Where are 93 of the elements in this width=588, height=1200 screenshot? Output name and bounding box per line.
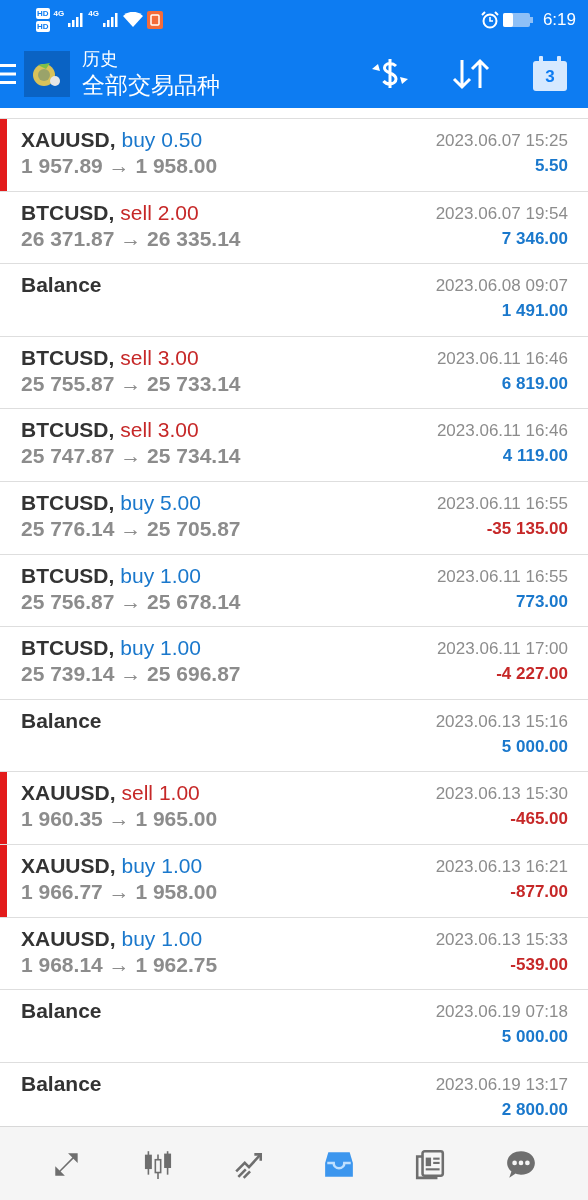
deal-time: 2023.06.07 15:25 [435,130,568,152]
deal-profit: 5 000.00 [501,1026,568,1049]
deal-profit: -877.00 [510,880,568,903]
history-row[interactable]: XAUUSD, buy 0.50 1 957.89 → 1 958.00 2023.06.07 15:25 5.50 [0,118,588,191]
alarm-icon [480,11,499,29]
deal-prices: 1 968.14 → 1 962.75 [21,951,218,978]
balance-label: Balance [21,1070,102,1097]
deal-profit: -539.00 [510,953,568,976]
deal-time: 2023.06.08 09:07 [435,275,568,298]
deal-time: 2023.06.19 13:17 [435,1073,568,1096]
history-row[interactable]: Balance 2023.06.13 15:16 5 000.00 [0,698,588,772]
balance-label: Balance [21,998,102,1025]
deal-profit: 7 346.00 [501,227,568,250]
deal-action: buy 0.50 [121,127,203,153]
deal-action: buy 1.00 [121,852,203,879]
app-notification-icon [146,11,163,29]
history-row[interactable]: BTCUSD, sell 3.00 25 755.87 → 25 733.14 2023.06.11 16:46 6 819.00 [0,335,588,409]
history-row[interactable]: XAUUSD, buy 1.00 1 968.14 → 1 962.75 2023.06.13 15:33 -539.00 [0,916,588,990]
history-row[interactable]: Balance 2023.06.19 07:18 5 000.00 [0,989,588,1062]
deal-symbol: BTCUSD, [21,562,115,589]
deal-action: buy 5.00 [120,489,201,516]
deal-profit: -35 135.00 [486,517,568,540]
deal-time: 2023.06.13 15:30 [435,783,568,806]
hd-label: HD [36,21,50,32]
deal-profit: -465.00 [510,808,568,831]
history-row[interactable]: XAUUSD, sell 1.00 1 960.35 → 1 965.00 2023.06.13 15:30 -465.00 [0,771,588,844]
screen-title: 历史 [82,48,119,70]
deal-prices: 26 371.87 → 26 335.14 [21,225,241,252]
deal-symbol: BTCUSD, [21,635,115,662]
deal-profit: 5 000.00 [501,735,568,758]
deal-prices: 25 739.14 → 25 696.87 [21,661,241,688]
signal-icon [102,13,119,27]
deal-profit: 4 119.00 [502,445,568,468]
sort-icon[interactable] [452,57,490,91]
hd-label: HD [36,8,50,19]
history-row[interactable]: Balance 2023.06.08 09:07 1 491.00 [0,263,588,336]
history-row[interactable]: XAUUSD, buy 1.00 1 966.77 → 1 958.00 2023.06.13 16:21 -877.00 [0,843,588,917]
battery-icon [502,13,533,27]
menu-icon[interactable] [0,63,16,85]
deal-time: 2023.06.11 16:46 [436,347,568,370]
deal-profit: 1 491.00 [501,300,568,323]
news-tab[interactable] [413,1147,446,1180]
deal-prices: 1 960.35 → 1 965.00 [21,806,218,833]
deal-symbol: XAUUSD, [21,925,116,952]
history-row[interactable]: BTCUSD, sell 3.00 25 747.87 → 25 734.14 2023.06.11 16:46 4 119.00 [0,408,588,481]
deal-time: 2023.06.11 16:55 [436,565,568,588]
deal-time: 2023.06.11 16:55 [436,492,568,515]
deal-time: 2023.06.11 16:46 [436,420,568,443]
deal-prices: 25 776.14 → 25 705.87 [21,515,241,542]
deal-prices: 25 756.87 → 25 678.14 [21,588,241,615]
symbol-filter[interactable]: 全部交易品种 [82,70,220,100]
deal-profit: -4 227.00 [496,663,568,686]
deal-action: sell 1.00 [121,780,200,807]
deal-prices: 1 966.77 → 1 958.00 [21,878,218,905]
history-row[interactable]: BTCUSD, buy 5.00 25 776.14 → 25 705.87 2023.06.11 16:55 -35 135.00 [0,480,588,554]
deal-prices: 1 957.89 → 1 958.00 [21,153,218,179]
deal-time: 2023.06.13 16:21 [435,855,568,878]
status-time: 6:19 [542,10,576,30]
deal-symbol: BTCUSD, [21,344,115,371]
deal-action: sell 2.00 [120,199,199,226]
deal-action: sell 3.00 [120,417,199,444]
deal-symbol: XAUUSD, [21,852,116,879]
deal-time: 2023.06.19 07:18 [435,1001,568,1024]
network-label: 4G [53,9,65,18]
deal-symbol: BTCUSD, [21,417,115,444]
deal-profit: 5.50 [534,155,568,177]
history-row[interactable]: BTCUSD, buy 1.00 25 739.14 → 25 696.87 2023.06.11 17:00 -4 227.00 [0,626,588,699]
deal-profit: 773.00 [516,590,568,613]
deal-prices: 25 747.87 → 25 734.14 [21,443,241,470]
currency-exchange-icon[interactable] [370,57,410,91]
deal-symbol: XAUUSD, [21,127,116,153]
signal-icon [68,13,85,27]
deal-time: 2023.06.13 15:16 [435,710,568,733]
deal-symbol: BTCUSD, [21,199,115,226]
network-label: 4G [88,9,99,18]
deal-action: buy 1.00 [120,562,201,589]
history-row[interactable]: BTCUSD, sell 2.00 26 371.87 → 26 335.14 2023.06.07 19:54 7 346.00 [0,190,588,264]
balance-label: Balance [21,707,102,734]
deal-time: 2023.06.11 17:00 [436,638,568,661]
deal-action: buy 1.00 [121,925,203,952]
deal-profit: 2 800.00 [501,1098,568,1121]
deal-symbol: BTCUSD, [21,489,115,516]
app-logo-icon[interactable] [24,51,70,97]
wifi-icon [122,12,143,28]
history-row[interactable]: BTCUSD, buy 1.00 25 756.87 → 25 678.14 2023.06.11 16:55 773.00 [0,553,588,627]
deal-profit: 6 819.00 [501,372,568,395]
deal-time: 2023.06.07 19:54 [435,202,568,225]
deal-time: 2023.06.13 15:33 [435,928,568,951]
deal-prices: 25 755.87 → 25 733.14 [21,370,241,397]
deal-action: sell 3.00 [120,344,199,371]
balance-label: Balance [21,272,102,299]
deal-action: buy 1.00 [120,635,201,662]
deal-symbol: XAUUSD, [21,780,116,807]
